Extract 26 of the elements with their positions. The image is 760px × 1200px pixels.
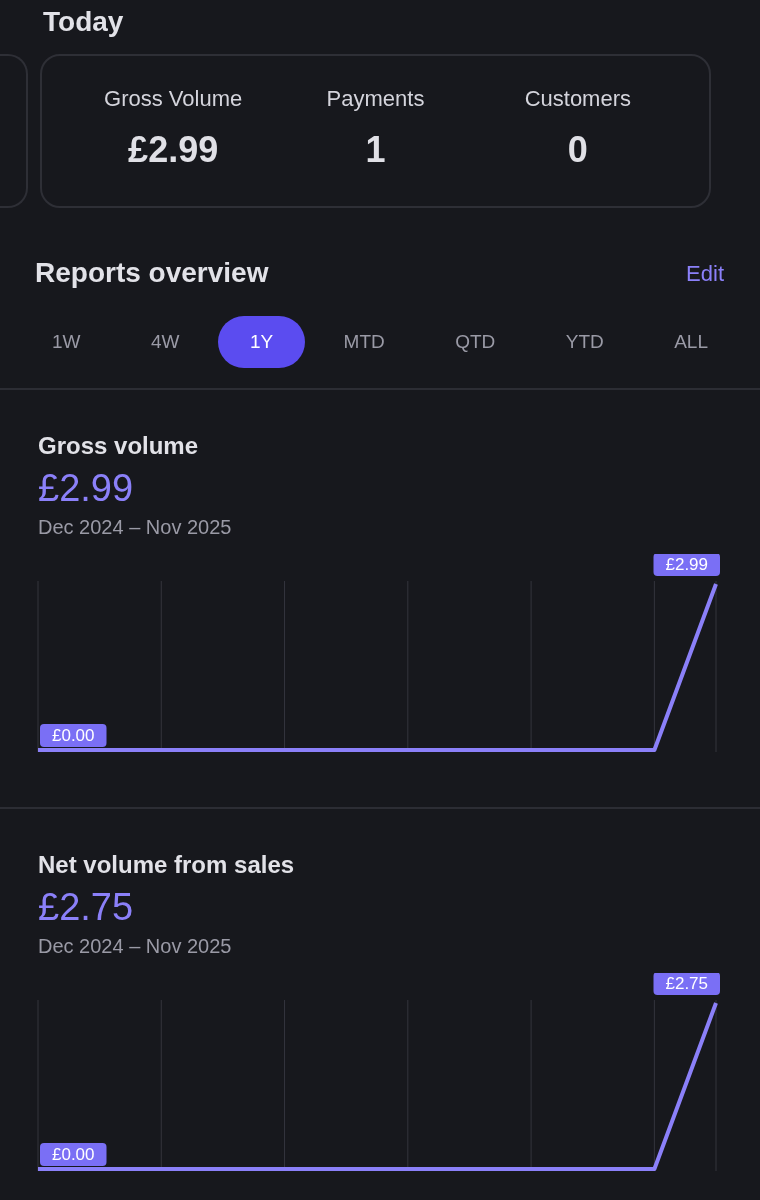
section-title: Today xyxy=(42,5,125,39)
section-title: Reports overview xyxy=(35,256,269,290)
period-tab[interactable]: MTD xyxy=(311,316,417,368)
stat-value: 1 xyxy=(364,128,387,172)
chart-total: £2.75 xyxy=(37,885,135,930)
value-label: £2.75 xyxy=(653,973,720,995)
value-label: £0.00 xyxy=(40,724,107,747)
date-range: Dec 2024 – Nov 2025 xyxy=(37,934,233,959)
period-tab[interactable]: QTD xyxy=(423,316,528,368)
value-label: £0.00 xyxy=(40,1143,107,1166)
edit-link[interactable]: Edit xyxy=(686,256,724,290)
period-tab[interactable]: ALL xyxy=(642,316,740,368)
date-range: Dec 2024 – Nov 2025 xyxy=(37,515,233,540)
stat-value: 0 xyxy=(566,128,589,172)
period-tab[interactable]: 1Y xyxy=(217,316,306,368)
stat-value: £2.99 xyxy=(127,128,220,172)
period-tab[interactable]: YTD xyxy=(533,316,636,368)
period-tab[interactable]: 4W xyxy=(118,316,212,368)
value-label: £2.99 xyxy=(653,554,720,576)
period-tab[interactable]: 1W xyxy=(20,316,113,368)
stat-label: Payments xyxy=(325,85,426,113)
stat-label: Gross Volume xyxy=(103,85,244,113)
chart-total: £2.99 xyxy=(37,466,135,511)
chart-title: Net volume from sales xyxy=(37,850,296,880)
stat-label: Customers xyxy=(523,85,632,113)
chart-title: Gross volume xyxy=(37,431,200,461)
